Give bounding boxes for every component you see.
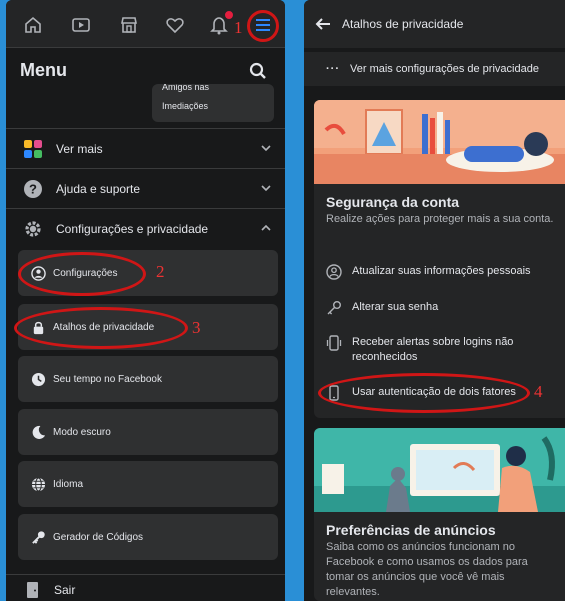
id-card-icon (326, 264, 342, 280)
card-label-line2: Imediações (162, 101, 209, 111)
home-icon[interactable] (22, 14, 44, 36)
section-label: Configurações e privacidade (56, 221, 209, 236)
menu-item-label: Modo escuro (53, 426, 111, 438)
svg-text:?: ? (29, 181, 37, 196)
key-icon (30, 529, 46, 545)
chevron-up-icon (261, 224, 271, 231)
option-label: Receber alertas sobre logins não reconhe… (352, 336, 514, 363)
menu-title: Menu (20, 60, 67, 80)
section-ver-mais[interactable]: Ver mais (6, 128, 285, 168)
grid-colors-icon (22, 138, 44, 160)
menu-panel: 1 Menu Amigos nas Imediações Ver mais ? … (6, 0, 285, 601)
heart-icon[interactable] (164, 14, 186, 36)
globe-icon (30, 476, 46, 492)
marketplace-icon[interactable] (118, 14, 140, 36)
annotation-number-1: 1 (234, 18, 243, 37)
back-arrow-icon[interactable] (314, 15, 332, 33)
menu-item-modo-escuro[interactable]: Modo escuro (18, 409, 278, 455)
option-label: Atualizar suas informações pessoais (352, 265, 531, 277)
security-illustration (314, 100, 565, 184)
menu-item-label: Idioma (53, 478, 84, 490)
privacy-shortcuts-panel: Atalhos de privacidade ··· Ver mais conf… (304, 0, 565, 601)
search-icon[interactable] (249, 62, 267, 80)
panel-header: Atalhos de privacidade (304, 0, 565, 48)
option-change-password[interactable]: Alterar sua senha (314, 300, 565, 316)
chevron-down-icon (261, 145, 271, 152)
annotation-circle-4 (318, 373, 530, 413)
option-label: Alterar sua senha (352, 301, 439, 313)
menu-item-seu-tempo[interactable]: Seu tempo no Facebook (18, 356, 278, 402)
annotation-number-2: 2 (156, 262, 165, 281)
ads-title: Preferências de anúncios (326, 522, 496, 538)
gear-icon (22, 218, 44, 240)
notifications-bell-icon[interactable] (208, 10, 234, 36)
annotation-number-3: 3 (192, 318, 201, 337)
key-outline-icon (327, 301, 341, 315)
section-configuracoes-privacidade[interactable]: Configurações e privacidade (6, 208, 285, 248)
notification-badge (224, 10, 234, 20)
chevron-down-icon (261, 185, 271, 192)
menu-item-label: Gerador de Códigos (53, 531, 144, 543)
help-icon: ? (22, 178, 44, 200)
annotation-number-4: 4 (534, 382, 543, 401)
clock-icon (30, 371, 46, 387)
section-label: Ver mais (56, 141, 103, 156)
ad-preferences-card[interactable]: Preferências de anúncios Saiba como os a… (314, 428, 565, 601)
section-ajuda-suporte[interactable]: ? Ajuda e suporte (6, 168, 285, 208)
option-login-alerts[interactable]: Receber alertas sobre logins não reconhe… (314, 335, 565, 365)
account-security-card: Segurança da conta Realize ações para pr… (314, 100, 565, 418)
annotation-circle-1 (247, 10, 279, 42)
ads-illustration (314, 428, 565, 512)
logout-label: Sair (54, 582, 76, 597)
door-icon (27, 581, 38, 598)
video-icon[interactable] (70, 14, 92, 36)
section-label: Ajuda e suporte (56, 181, 141, 196)
annotation-circle-3 (14, 307, 188, 349)
security-description: Realize ações para proteger mais a sua c… (326, 213, 554, 225)
card-label-line1: Amigos nas (162, 84, 210, 92)
top-navigation-bar: 1 (6, 0, 285, 48)
menu-item-idioma[interactable]: Idioma (18, 461, 278, 507)
annotation-circle-2 (18, 252, 146, 296)
more-privacy-settings-link[interactable]: ··· Ver mais configurações de privacidad… (304, 52, 565, 86)
moon-icon (30, 424, 46, 440)
more-link-label: Ver mais configurações de privacidade (350, 63, 539, 75)
more-dots-icon: ··· (326, 63, 340, 75)
phone-alert-icon (326, 335, 342, 351)
logout-button[interactable]: Sair (6, 574, 285, 601)
header-title: Atalhos de privacidade (342, 17, 464, 31)
menu-item-gerador-codigos[interactable]: Gerador de Códigos (18, 514, 278, 560)
option-update-personal-info[interactable]: Atualizar suas informações pessoais (314, 264, 565, 280)
security-title: Segurança da conta (326, 194, 460, 210)
menu-item-label: Seu tempo no Facebook (53, 373, 162, 385)
ads-description: Saiba como os anúncios funcionam no Face… (326, 541, 528, 598)
shortcut-card-nearby-friends[interactable]: Amigos nas Imediações (152, 84, 274, 122)
